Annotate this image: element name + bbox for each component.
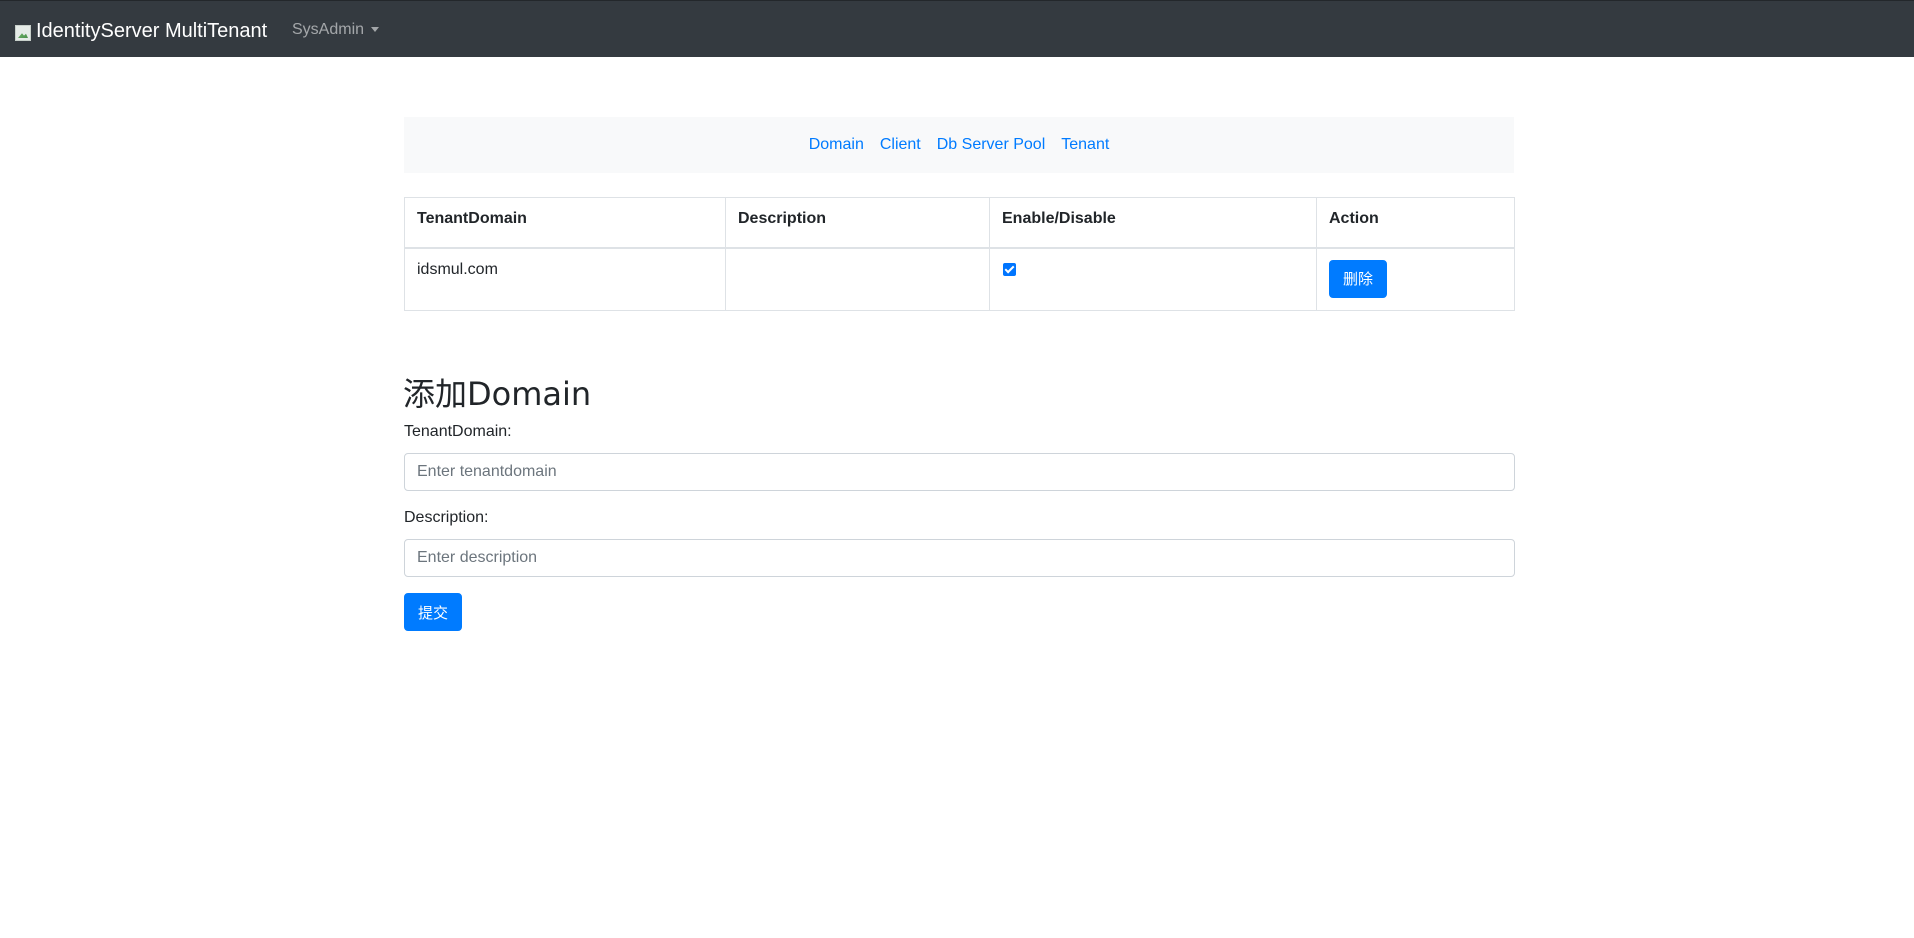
column-header-enable-disable: Enable/Disable <box>989 197 1317 249</box>
tenantdomain-input[interactable] <box>404 453 1515 491</box>
cell-action: 删除 <box>1316 247 1515 311</box>
chevron-down-icon <box>371 26 380 32</box>
top-navbar: IdentityServer MultiTenant SysAdmin <box>0 0 1914 57</box>
description-label: Description: <box>404 509 489 526</box>
table-header-row: TenantDomain Description Enable/Disable … <box>404 197 1515 249</box>
nav-link-tenant[interactable]: Tenant <box>1061 136 1109 154</box>
table-row: idsmul.com 删除 <box>404 247 1515 311</box>
cell-description <box>725 247 990 311</box>
sysadmin-label: SysAdmin <box>292 21 365 38</box>
sub-navigation: Domain Client Db Server Pool Tenant <box>404 117 1514 173</box>
column-header-action: Action <box>1316 197 1515 249</box>
brand-title: IdentityServer MultiTenant <box>36 19 268 42</box>
domain-table: TenantDomain Description Enable/Disable … <box>404 197 1515 311</box>
cell-enabled <box>989 247 1317 311</box>
delete-button[interactable]: 删除 <box>1329 259 1387 298</box>
cell-tenant-domain: idsmul.com <box>404 247 726 311</box>
description-input[interactable] <box>404 539 1515 577</box>
nav-link-db-server-pool[interactable]: Db Server Pool <box>937 136 1046 154</box>
tenantdomain-label: TenantDomain: <box>404 423 512 440</box>
column-header-tenantdomain: TenantDomain <box>404 197 726 249</box>
nav-link-client[interactable]: Client <box>880 136 921 154</box>
column-header-description: Description <box>725 197 990 249</box>
enabled-checkbox[interactable] <box>1003 262 1016 276</box>
nav-link-domain[interactable]: Domain <box>809 136 864 154</box>
sysadmin-dropdown[interactable]: SysAdmin <box>292 21 380 39</box>
form-title: 添加Domain <box>403 375 592 413</box>
submit-button[interactable]: 提交 <box>404 593 462 631</box>
broken-image-icon <box>15 25 31 41</box>
brand-link[interactable]: IdentityServer MultiTenant <box>15 18 267 44</box>
